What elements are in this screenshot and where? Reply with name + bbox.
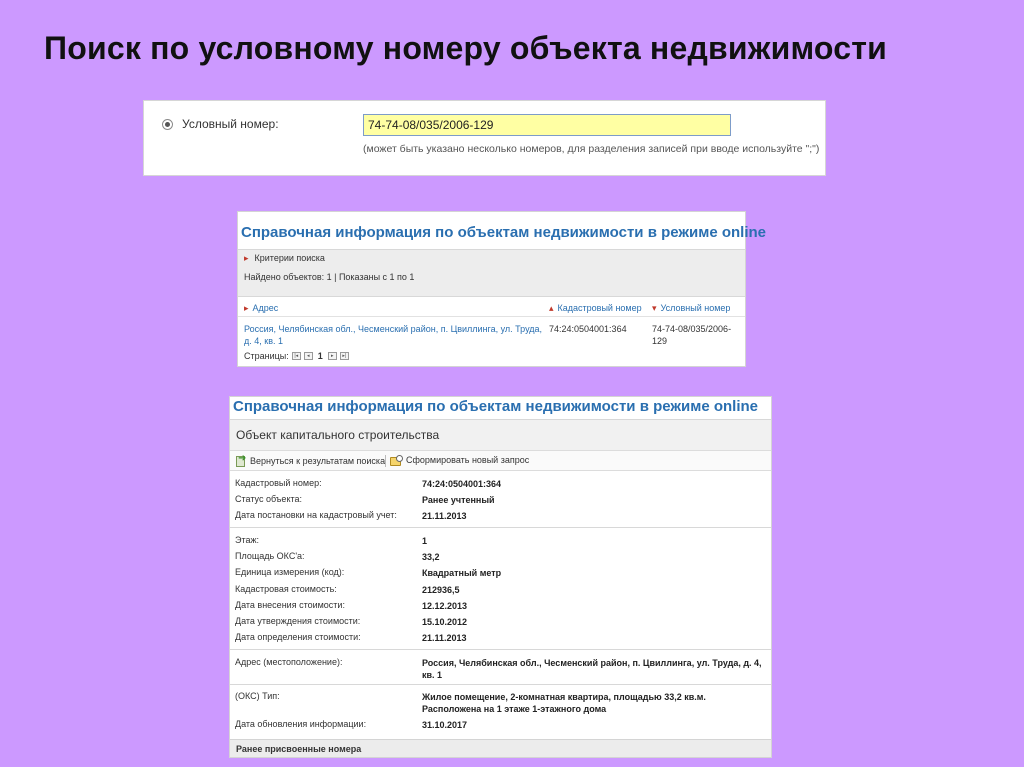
field-value: 21.11.2013 bbox=[422, 633, 467, 643]
field-key: Площадь ОКС'а: bbox=[235, 551, 305, 561]
field-row: Статус объекта: Ранее учтенный bbox=[235, 494, 765, 508]
conditional-number-label: Условный номер: bbox=[182, 117, 279, 131]
field-key: Единица измерения (код): bbox=[235, 567, 345, 577]
header-divider bbox=[238, 316, 745, 317]
toolbar-divider bbox=[385, 455, 386, 467]
details-toolbar: Вернуться к результатам поиска Сформиров… bbox=[230, 450, 771, 471]
field-value: Жилое помещение, 2-комнатная квартира, п… bbox=[422, 692, 706, 714]
field-row: Единица измерения (код): Квадратный метр bbox=[235, 567, 765, 581]
previous-numbers-section[interactable]: Ранее присвоенные номера bbox=[230, 739, 771, 757]
sort-arrow-icon: ▾ bbox=[652, 303, 657, 313]
current-page[interactable]: 1 bbox=[318, 351, 323, 361]
criteria-label: Критерии поиска bbox=[254, 253, 325, 263]
expand-arrow-icon: ▸ bbox=[244, 253, 249, 263]
field-value: 212936,5 bbox=[422, 585, 460, 595]
first-page-icon[interactable]: |◂ bbox=[291, 352, 301, 360]
new-request-icon bbox=[390, 455, 403, 466]
back-to-results-button[interactable]: Вернуться к результатам поиска bbox=[235, 453, 386, 467]
slide-title: Поиск по условному номеру объекта недвиж… bbox=[44, 30, 887, 66]
found-count: Найдено объектов: 1 | Показаны с 1 по 1 bbox=[244, 272, 415, 282]
field-key: Дата внесения стоимости: bbox=[235, 600, 345, 610]
field-row: (ОКС) Тип: Жилое помещение, 2-комнатная к… bbox=[235, 691, 765, 717]
field-key: (ОКС) Тип: bbox=[235, 691, 280, 701]
field-row: Дата постановки на кадастровый учет: 21.1… bbox=[235, 510, 765, 524]
criteria-band: ▸ Критерии поиска Найдено объектов: 1 | П… bbox=[238, 249, 745, 297]
column-header-conditional-label: Условный номер bbox=[660, 303, 731, 313]
search-panel: Условный номер: 74-74-08/035/2006-129 (м… bbox=[143, 100, 826, 176]
group-divider bbox=[230, 684, 771, 685]
field-value: Ранее учтенный bbox=[422, 495, 495, 505]
details-panel: Справочная информация по объектам недвиж… bbox=[229, 396, 772, 758]
field-row: Этаж: 1 bbox=[235, 535, 765, 549]
field-value: 74:24:0504001:364 bbox=[422, 479, 502, 489]
group-divider bbox=[230, 649, 771, 650]
details-header: Справочная информация по объектам недвиж… bbox=[233, 398, 759, 415]
field-row: Дата утверждения стоимости: 15.10.2012 bbox=[235, 616, 765, 630]
field-key: Кадастровый номер: bbox=[235, 478, 322, 488]
conditional-number-input[interactable]: 74-74-08/035/2006-129 bbox=[363, 114, 731, 136]
field-value: 33,2 bbox=[422, 552, 440, 562]
back-to-results-label: Вернуться к результатам поиска bbox=[250, 455, 386, 466]
last-page-icon[interactable]: ▸| bbox=[339, 352, 349, 360]
field-key: Адрес (местоположение): bbox=[235, 657, 343, 667]
sort-arrow-icon: ▸ bbox=[244, 303, 249, 313]
column-header-cadastral-label: Кадастровый номер bbox=[557, 303, 642, 313]
field-row: Площадь ОКС'а: 33,2 bbox=[235, 551, 765, 565]
field-row: Кадастровый номер: 74:24:0504001:364 bbox=[235, 478, 765, 492]
field-key: Статус объекта: bbox=[235, 494, 303, 504]
result-conditional-number: 74-74-08/035/2006-129 bbox=[652, 324, 732, 346]
field-value: 15.10.2012 bbox=[422, 617, 468, 627]
group-divider bbox=[230, 527, 771, 528]
field-key: Кадастровая стоимость: bbox=[235, 584, 337, 594]
field-key: Дата утверждения стоимости: bbox=[235, 616, 361, 626]
results-header: Справочная информация по объектам недвиж… bbox=[241, 224, 767, 241]
prev-page-icon[interactable]: ◂ bbox=[303, 352, 313, 360]
field-value: 21.11.2013 bbox=[422, 511, 467, 521]
next-page-icon[interactable]: ▸ bbox=[327, 352, 337, 360]
result-cadastral-number: 74:24:0504001:364 bbox=[549, 324, 627, 334]
field-row: Кадастровая стоимость: 212936,5 bbox=[235, 584, 765, 598]
back-arrow-icon bbox=[235, 453, 247, 467]
column-header-conditional[interactable]: ▾ Условный номер bbox=[652, 303, 730, 314]
field-key: Дата обновления информации: bbox=[235, 719, 367, 729]
object-type-title: Объект капитального строительства bbox=[236, 428, 440, 442]
input-hint: (может быть указано несколько номеров, д… bbox=[363, 143, 820, 155]
field-key: Дата постановки на кадастровый учет: bbox=[235, 510, 397, 520]
field-row: Адрес (местоположение): Россия, Челябинск… bbox=[235, 657, 765, 683]
field-value: 1 bbox=[422, 536, 428, 546]
field-row: Дата внесения стоимости: 12.12.2013 bbox=[235, 600, 765, 614]
field-value: Квадратный метр bbox=[422, 568, 502, 578]
field-value: Россия, Челябинская обл., Чесменский рай… bbox=[422, 658, 762, 680]
previous-numbers-label: Ранее присвоенные номера bbox=[236, 744, 362, 754]
field-value: 12.12.2013 bbox=[422, 601, 468, 611]
search-criteria-toggle[interactable]: ▸ Критерии поиска bbox=[244, 253, 325, 264]
pagination: Страницы: |◂ ◂ 1 ▸ ▸| bbox=[244, 351, 349, 361]
search-type-radio[interactable] bbox=[162, 119, 173, 130]
pages-label: Страницы: bbox=[244, 351, 289, 361]
object-type-bar: Объект капитального строительства bbox=[230, 420, 771, 450]
column-header-cadastral[interactable]: ▴ Кадастровый номер bbox=[549, 303, 642, 314]
field-value: 31.10.2017 bbox=[422, 720, 468, 730]
field-row: Дата обновления информации: 31.10.2017 bbox=[235, 719, 765, 733]
results-panel: Справочная информация по объектам недвиж… bbox=[237, 211, 766, 367]
sort-arrow-icon: ▴ bbox=[549, 303, 554, 313]
new-request-button[interactable]: Сформировать новый запрос bbox=[390, 455, 530, 466]
field-row: Дата определения стоимости: 21.11.2013 bbox=[235, 632, 765, 646]
column-header-address[interactable]: ▸ Адрес bbox=[244, 303, 278, 314]
new-request-label: Сформировать новый запрос bbox=[406, 455, 530, 465]
column-header-address-label: Адрес bbox=[252, 303, 279, 313]
field-key: Этаж: bbox=[235, 535, 260, 545]
field-key: Дата определения стоимости: bbox=[235, 632, 361, 642]
result-address-link[interactable]: Россия, Челябинская обл., Чесменский рай… bbox=[244, 323, 544, 347]
